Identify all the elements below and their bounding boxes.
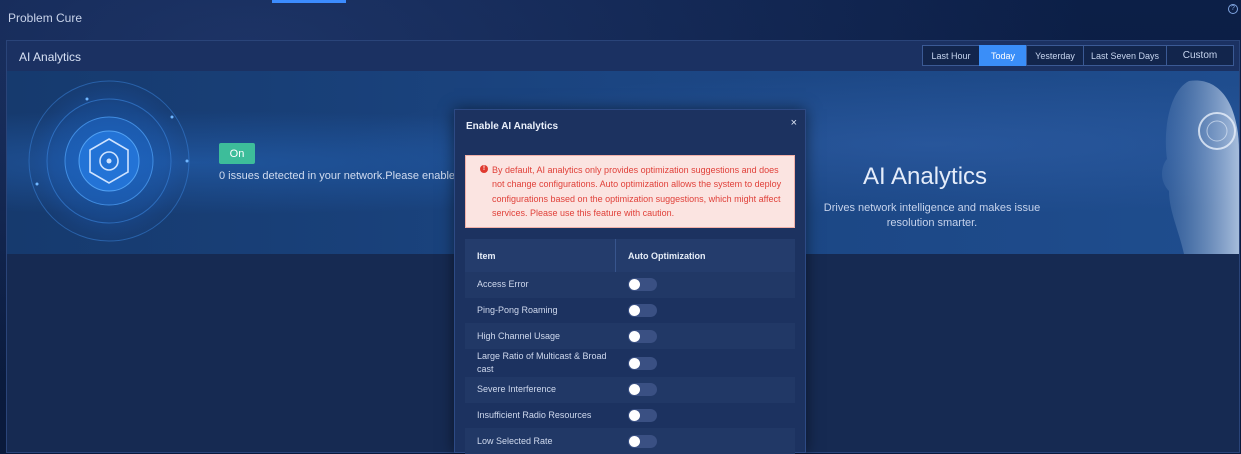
auto-optimization-toggle[interactable]: [628, 329, 657, 343]
table-row: Low Selected Rate: [465, 428, 795, 454]
panel-title: AI Analytics: [19, 50, 82, 64]
tab-last-seven-days[interactable]: Last Seven Days: [1083, 45, 1167, 66]
row-label: Insufficient Radio Resources: [477, 410, 592, 421]
auto-optimization-toggle[interactable]: [628, 304, 657, 318]
auto-optimization-toggle[interactable]: [628, 409, 657, 423]
toggle-knob: [629, 410, 640, 422]
toggle-knob: [629, 435, 640, 447]
toggle-knob: [629, 384, 640, 396]
toggle-knob: [629, 305, 640, 317]
table-row: Severe Interference: [465, 377, 795, 403]
issues-status-text: 0 issues detected in your network.Please…: [219, 170, 459, 182]
column-header-item: Item: [465, 239, 616, 272]
row-label: High Channel Usage: [477, 330, 561, 341]
row-label: Severe Interference: [477, 384, 557, 395]
table-body: Access Error Ping-Pong Roaming High Chan…: [465, 272, 795, 454]
app-title: Problem Cure: [8, 11, 83, 25]
enable-ai-analytics-dialog: Enable AI Analytics × ! By default, AI a…: [454, 109, 806, 454]
table-row: Large Ratio of Multicast & Broadcast: [465, 349, 795, 377]
tab-last-hour[interactable]: Last Hour: [922, 45, 980, 66]
auto-optimization-toggle[interactable]: [628, 434, 657, 448]
time-range-tabs: Last Hour Today Yesterday Last Seven Day…: [922, 45, 1234, 66]
toggle-knob: [629, 330, 640, 342]
toggle-knob: [629, 279, 640, 291]
hero-subtitle: Drives network intelligence and makes is…: [823, 202, 1041, 229]
panel-header: AI Analytics Last Hour Today Yesterday L…: [7, 41, 1239, 72]
hero-title: AI Analytics: [863, 163, 988, 190]
tab-custom[interactable]: Custom: [1166, 45, 1234, 66]
warning-icon: !: [480, 165, 488, 173]
table-header: Item Auto Optimization: [465, 239, 795, 272]
table-row: Ping-Pong Roaming: [465, 298, 795, 324]
auto-optimization-toggle[interactable]: [628, 383, 657, 397]
network-radar-graphic: [28, 80, 190, 242]
auto-optimization-table: Item Auto Optimization Access Error Ping…: [465, 239, 795, 454]
tab-today[interactable]: Today: [979, 45, 1027, 66]
warning-text: By default, AI analytics only provides o…: [492, 165, 782, 218]
row-label: Low Selected Rate: [477, 435, 553, 446]
caution-warning: ! By default, AI analytics only provides…: [465, 155, 795, 228]
active-tab-indicator: [272, 0, 346, 3]
row-label: Ping-Pong Roaming: [477, 305, 558, 316]
table-row: High Channel Usage: [465, 323, 795, 350]
auto-optimization-toggle[interactable]: [628, 356, 657, 370]
auto-optimization-toggle[interactable]: [628, 278, 657, 292]
toggle-knob: [629, 357, 640, 369]
robot-head-illustration: [1162, 80, 1239, 254]
ai-analytics-on-button[interactable]: On: [219, 143, 255, 164]
table-row: Access Error: [465, 272, 795, 298]
close-icon[interactable]: ×: [791, 117, 797, 129]
row-label: Access Error: [477, 279, 529, 290]
column-header-auto-optimization: Auto Optimization: [628, 250, 706, 261]
help-icon[interactable]: ?: [1228, 4, 1238, 14]
dialog-title: Enable AI Analytics: [466, 121, 559, 132]
table-row: Insufficient Radio Resources: [465, 403, 795, 429]
tab-yesterday[interactable]: Yesterday: [1026, 45, 1084, 66]
row-label: Large Ratio of Multicast & Broadcast: [477, 351, 607, 375]
